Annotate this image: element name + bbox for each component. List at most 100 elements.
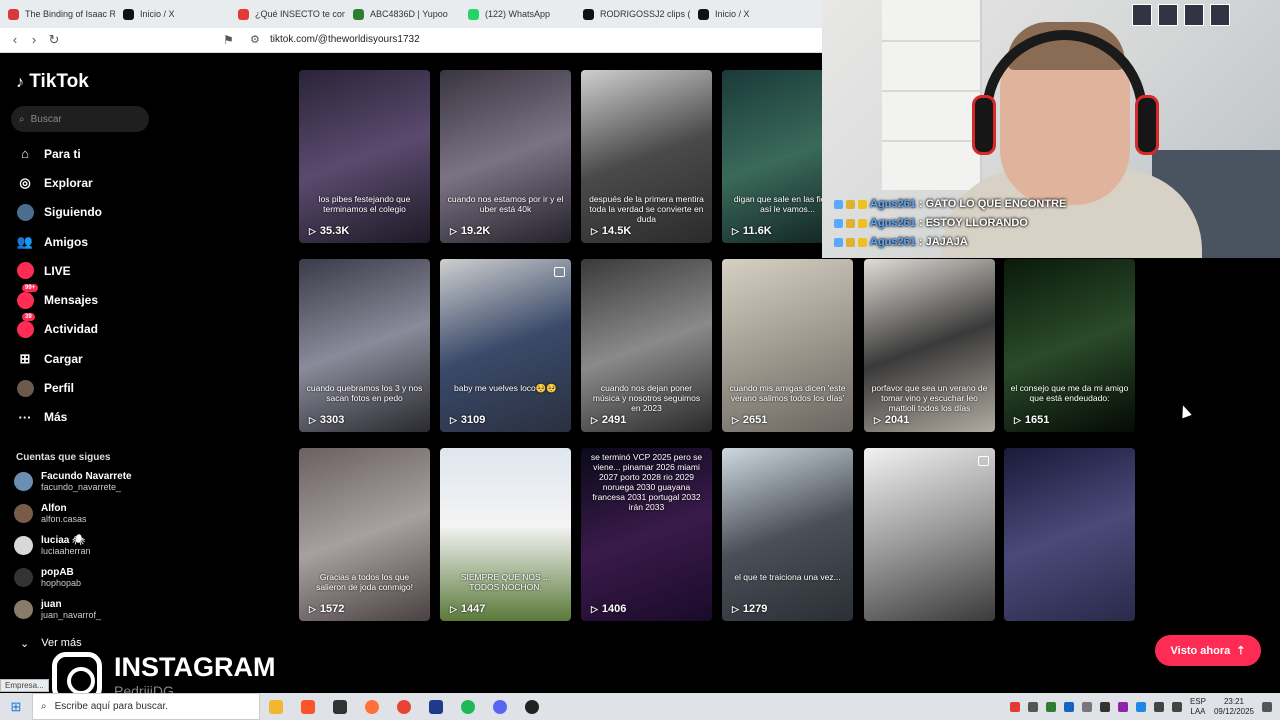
video-card[interactable]: SIEMPRE QUE NOS ... TODOS NOCHON. ▷ 1447 [440,448,571,621]
chat-message: Agus261: ESTOY LLORANDO [834,217,1028,229]
video-card[interactable]: cuando nos estamos por ir y el uber está… [440,70,571,243]
tray-app-icon[interactable] [1099,701,1110,712]
video-caption: el consejo que me da mi amigo que está e… [1010,383,1129,403]
following-account[interactable]: popAB hophopab [14,567,81,588]
back-icon[interactable]: ‹ [5,32,25,47]
video-card[interactable]: cuando quebramos los 3 y nos sacan fotos… [299,259,430,432]
language-indicator[interactable]: ESP LAA [1190,697,1206,717]
url-field[interactable]: tiktok.com/@theworldisyours1732 [270,34,420,45]
video-card[interactable]: baby me vuelves loco🥺🥺 ▷ 3109 [440,259,571,432]
terminal-icon[interactable] [324,693,356,720]
brave-icon[interactable] [292,693,324,720]
browser-tab[interactable]: Inicio / X [690,0,805,28]
browser-tab[interactable]: RODRIGOSSJ2 clips (8) [575,0,690,28]
browser-tab[interactable]: ¿Qué INSECTO te com [230,0,345,28]
tray-app-icon[interactable] [1027,701,1038,712]
browser-tab[interactable]: ABC4836D | Yupoo [345,0,460,28]
ver-mas-button[interactable]: ⌄ Ver más [20,637,82,650]
video-card[interactable]: el consejo que me da mi amigo que está e… [1004,259,1135,432]
chat-text: : JAJAJA [918,236,968,248]
view-count: ▷ 1447 [450,603,485,615]
nav-item-siguiendo[interactable]: Siguiendo [0,198,170,227]
chat-text: : ESTOY LLORANDO [918,217,1028,229]
tab-title: The Binding of Isaac Re [25,9,115,19]
system-tray: ESP LAA 23:21 09/12/2025 [1009,693,1280,720]
video-card[interactable]: cuando mis amigas dicen 'este verano sal… [722,259,853,432]
video-card[interactable]: los pibes festejando que terminamos el c… [299,70,430,243]
view-count: ▷ 1279 [732,603,767,615]
bluetooth-icon[interactable] [1135,701,1146,712]
discord-icon[interactable] [484,693,516,720]
nav-item-amigos[interactable]: 👥 Amigos [0,227,170,256]
following-account[interactable]: Alfon alfon.casas [14,503,87,524]
video-card[interactable]: el que te traiciona una vez... ▷ 1279 [722,448,853,621]
video-card[interactable]: después de la primera mentira toda la ve… [581,70,712,243]
tab-favicon-icon [123,8,134,20]
browser-tab[interactable]: The Binding of Isaac Re [0,0,115,28]
video-caption: cuando nos estamos por ir y el uber está… [447,194,564,214]
video-caption: el que te traiciona una vez... [734,572,841,582]
site-info-icon[interactable]: ⚙ [250,33,260,46]
le-app-icon[interactable] [420,693,452,720]
clock[interactable]: 23:21 09/12/2025 [1214,697,1254,717]
chat-badge-icon [858,237,867,247]
visto-ahora-button[interactable]: Visto ahora ⇡ [1155,635,1261,666]
following-account[interactable]: Facundo Navarrete facundo_navarrete_ [14,471,132,492]
reload-icon[interactable]: ↻ [44,32,64,48]
tab-title: Inicio / X [715,9,750,19]
notification-badge: 99+ [22,284,39,293]
chrome-icon[interactable] [388,693,420,720]
network-icon[interactable] [1153,701,1164,712]
video-card[interactable]: porfavor que sea un verano de tomar vino… [864,259,995,432]
video-card[interactable] [1004,448,1135,621]
nav-item-label: Perfil [44,381,75,396]
firefox-icon[interactable] [356,693,388,720]
nav-item-cargar[interactable]: ⊞ Cargar [0,344,170,373]
nav-item-perfil[interactable]: Perfil [0,373,170,402]
bookmark-icon[interactable]: ⚑ [223,33,234,47]
instagram-overlay-title: INSTAGRAM [114,652,276,682]
following-account[interactable]: luciaa 🕷 luciaaherran [14,535,91,556]
file-explorer-icon[interactable] [260,693,292,720]
video-caption: cuando quebramos los 3 y nos sacan fotos… [306,383,423,403]
search-input[interactable]: ⌕ Buscar [11,106,149,132]
obs-icon[interactable] [516,693,548,720]
tiktok-logo[interactable]: ♪ TikTok [16,71,89,93]
spotify-icon[interactable] [452,693,484,720]
browser-tab[interactable]: (122) WhatsApp [460,0,575,28]
nav-item-mensajes[interactable]: 99+ Mensajes [0,284,170,314]
tray-app-icon[interactable] [1063,701,1074,712]
video-card[interactable]: Gracias a todos los que salieron de joda… [299,448,430,621]
browser-tab[interactable]: Inicio / X [115,0,230,28]
forward-icon[interactable]: › [24,32,44,47]
clock-time: 23:21 [1223,696,1244,706]
video-card[interactable] [864,448,995,621]
chevron-down-icon: ⌄ [20,638,30,650]
nav-item-actividad[interactable]: 39 Actividad [0,313,170,344]
clock-date: 09/12/2025 [1213,706,1254,716]
view-count-value: 19.2K [460,225,491,237]
tray-app-icon[interactable] [1117,701,1128,712]
status-tooltip: Empresa... [0,679,49,692]
video-caption: porfavor que sea un verano de tomar vino… [871,383,988,413]
nav-item-ms[interactable]: ··· Más [0,403,170,432]
video-card[interactable]: cuando nos dejan poner música y nosotros… [581,259,712,432]
nav-item-live[interactable]: LIVE [0,256,170,285]
notifications-icon[interactable] [1262,701,1272,712]
right-earcup [1135,95,1159,155]
nav-item-explorar[interactable]: ◎ Explorar [0,168,170,197]
tray-app-icon[interactable] [1009,701,1020,712]
following-account[interactable]: juan juan_navarrof_ [14,599,101,620]
nav-item-parati[interactable]: ⌂ Para ti [0,139,170,168]
view-count-value: 11.6K [742,225,772,237]
taskbar-search[interactable]: ⌕ Escribe aquí para buscar. [32,693,260,720]
windows-start-icon[interactable]: ⊞ [0,699,32,715]
sidebar: ♪ TikTok ⌕ Buscar ⌂ Para ti ◎ Explorar Sigui… [0,53,170,693]
tray-app-icon[interactable] [1045,701,1056,712]
play-icon: ▷ [591,414,598,425]
activity-icon: 39 [16,313,35,338]
tray-app-icon[interactable] [1081,701,1092,712]
nav-item-label: Explorar [44,175,93,190]
video-card[interactable]: se terminó VCP 2025 pero se viene... pin… [581,448,712,621]
volume-icon[interactable] [1171,701,1182,712]
